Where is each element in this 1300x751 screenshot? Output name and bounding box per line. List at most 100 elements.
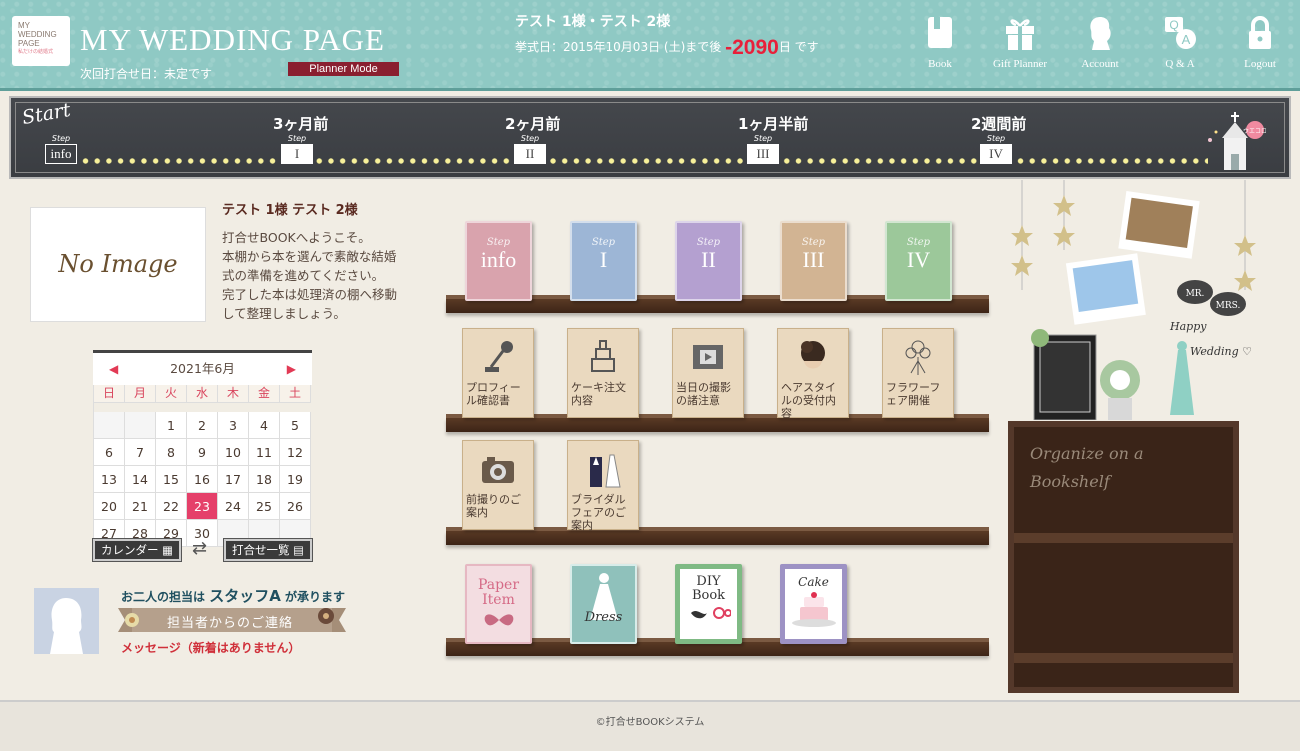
logo-sub: 私だけの結婚式 bbox=[18, 49, 54, 55]
calendar-button[interactable]: カレンダー ▦ bbox=[93, 539, 181, 561]
calendar-day[interactable]: 4 bbox=[249, 412, 280, 439]
step-book-2[interactable]: Step II bbox=[675, 221, 742, 301]
doc-flower-fair[interactable]: フラワーフェア開催 bbox=[882, 328, 954, 418]
date-suffix: 日 です bbox=[778, 40, 819, 54]
nav-qa[interactable]: Q A Q & A bbox=[1140, 14, 1220, 70]
calendar-day[interactable]: 22 bbox=[156, 493, 187, 520]
calendar-day[interactable]: 14 bbox=[125, 466, 156, 493]
book-paper-item[interactable]: Paper Item bbox=[465, 564, 532, 644]
calendar-day[interactable]: 25 bbox=[249, 493, 280, 520]
calendar-weekday: 土 bbox=[280, 385, 311, 403]
svg-text:Q: Q bbox=[1169, 18, 1178, 32]
doc-hairstyle[interactable]: ヘアスタイルの受付内容 bbox=[777, 328, 849, 420]
doc-profile-confirmation[interactable]: プロフィール確認書 bbox=[462, 328, 534, 418]
calendar-day[interactable]: 16 bbox=[187, 466, 218, 493]
calendar-empty-cell bbox=[94, 412, 125, 439]
qa-icon: Q A bbox=[1165, 17, 1196, 49]
calendar-day[interactable]: 24 bbox=[218, 493, 249, 520]
calendar-day[interactable]: 26 bbox=[280, 493, 311, 520]
calendar-weekday: 水 bbox=[187, 385, 218, 403]
calendar-day[interactable]: 19 bbox=[280, 466, 311, 493]
nav-label: Gift Planner bbox=[992, 58, 1048, 70]
calendar-day[interactable]: 15 bbox=[156, 466, 187, 493]
timeline-step-4[interactable]: Step IV bbox=[980, 134, 1012, 164]
calendar-empty-cell bbox=[125, 412, 156, 439]
account-icon bbox=[1090, 17, 1111, 50]
calendar-day[interactable]: 9 bbox=[187, 439, 218, 466]
couple-photo-placeholder[interactable]: No Image bbox=[30, 207, 206, 322]
calendar-day[interactable]: 23 bbox=[187, 493, 218, 520]
calendar-day[interactable]: 5 bbox=[280, 412, 311, 439]
step-book-4[interactable]: Step IV bbox=[885, 221, 952, 301]
couple-names: テスト 1様・テスト 2様 bbox=[515, 14, 671, 30]
calendar-day[interactable]: 6 bbox=[94, 439, 125, 466]
camera-icon bbox=[482, 457, 514, 483]
nav-book[interactable]: Book bbox=[900, 14, 980, 70]
doc-cake-order[interactable]: ケーキ注文内容 bbox=[567, 328, 639, 418]
logo-line: MY bbox=[18, 21, 30, 30]
calendar-day[interactable]: 10 bbox=[218, 439, 249, 466]
timeline-step-info[interactable]: Step info bbox=[45, 134, 77, 164]
calendar-day[interactable]: 21 bbox=[125, 493, 156, 520]
nav-gift-planner[interactable]: Gift Planner bbox=[980, 14, 1060, 70]
lock-icon bbox=[1249, 16, 1271, 49]
calendar-day[interactable]: 13 bbox=[94, 466, 125, 493]
calendar-prev-arrow-icon[interactable]: ◀ bbox=[109, 353, 118, 385]
book-cake[interactable]: Cake bbox=[780, 564, 847, 644]
happy-text: Happy bbox=[1169, 320, 1207, 333]
logo-line: WEDDING bbox=[18, 30, 57, 39]
site-logo[interactable]: MY WEDDING PAGE 私だけの結婚式 bbox=[12, 16, 70, 66]
flower-bouquet-icon bbox=[905, 340, 931, 375]
ribbon-bow-icon bbox=[484, 614, 513, 626]
calendar-next-arrow-icon[interactable]: ▶ bbox=[287, 353, 296, 385]
calendar-day[interactable]: 3 bbox=[218, 412, 249, 439]
film-icon bbox=[693, 345, 723, 369]
period-label: 2週間前 bbox=[971, 115, 1027, 133]
calendar-day[interactable]: 8 bbox=[156, 439, 187, 466]
welcome-message: 打合せBOOKへようこそ。 本棚から本を選んで素敵な結婚 式の準備を進めてくださ… bbox=[222, 230, 398, 321]
staff-assignment: お二人の担当は スタッフA が承ります bbox=[121, 587, 346, 605]
book-diy[interactable]: DIY Book bbox=[675, 564, 742, 644]
calendar-day[interactable]: 17 bbox=[218, 466, 249, 493]
message-status[interactable]: メッセージ（新着はありません） bbox=[121, 639, 300, 656]
bride-groom-icon bbox=[590, 454, 621, 488]
timeline-step-3[interactable]: Step III bbox=[747, 134, 779, 164]
timeline-step-1[interactable]: Step I bbox=[281, 134, 313, 164]
calendar-month: 2021年6月 bbox=[170, 361, 235, 376]
doc-bridal-fair-guide[interactable]: ブライダルフェアのご案内 bbox=[567, 440, 639, 532]
mr-sign: MR. bbox=[1186, 289, 1205, 299]
period-label: 3ヶ月前 bbox=[273, 115, 329, 133]
calendar-weekday: 金 bbox=[249, 385, 280, 403]
cake-dessert-icon bbox=[791, 592, 836, 627]
nav-label: Q & A bbox=[1165, 58, 1195, 70]
calendar-day[interactable]: 11 bbox=[249, 439, 280, 466]
calendar-day[interactable]: 18 bbox=[249, 466, 280, 493]
doc-photo-notes[interactable]: 当日の撮影の諸注意 bbox=[672, 328, 744, 418]
step-book-1[interactable]: Step I bbox=[570, 221, 637, 301]
book-dress[interactable]: Dress bbox=[570, 564, 637, 644]
calendar-day[interactable]: 2 bbox=[187, 412, 218, 439]
calendar-weekday: 日 bbox=[94, 385, 125, 403]
step-book-3[interactable]: Step III bbox=[780, 221, 847, 301]
mustache-glasses-icon bbox=[690, 607, 732, 619]
bookshelf-board bbox=[446, 527, 989, 545]
days-left: -2090 bbox=[725, 36, 779, 59]
contact-from-staff-link[interactable]: 担当者からのご連絡 bbox=[140, 612, 320, 631]
bookshelf-board bbox=[446, 638, 989, 656]
nav-label: Logout bbox=[1244, 58, 1276, 70]
step-book-info[interactable]: Step info bbox=[465, 221, 532, 301]
wedding-date-countdown: 挙式日：2015年10月03日 (土)まで後 -2090日 です bbox=[515, 36, 819, 60]
timeline-step-2[interactable]: Step II bbox=[514, 134, 546, 164]
date-prefix: 挙式日：2015年10月03日 (土)まで後 bbox=[515, 40, 722, 54]
swap-arrows-icon: ⇄ bbox=[192, 538, 208, 559]
nav-logout[interactable]: Logout bbox=[1220, 14, 1300, 70]
book-icon bbox=[928, 17, 952, 48]
meeting-list-button[interactable]: 打合せ一覧 ▤ bbox=[224, 539, 312, 561]
doc-pre-shoot-guide[interactable]: 前撮りのご案内 bbox=[462, 440, 534, 530]
calendar-day[interactable]: 20 bbox=[94, 493, 125, 520]
calendar-day[interactable]: 12 bbox=[280, 439, 311, 466]
calendar-day[interactable]: 1 bbox=[156, 412, 187, 439]
nav-account[interactable]: Account bbox=[1060, 14, 1140, 70]
calendar-day[interactable]: 7 bbox=[125, 439, 156, 466]
bookshelf-board bbox=[446, 414, 989, 432]
